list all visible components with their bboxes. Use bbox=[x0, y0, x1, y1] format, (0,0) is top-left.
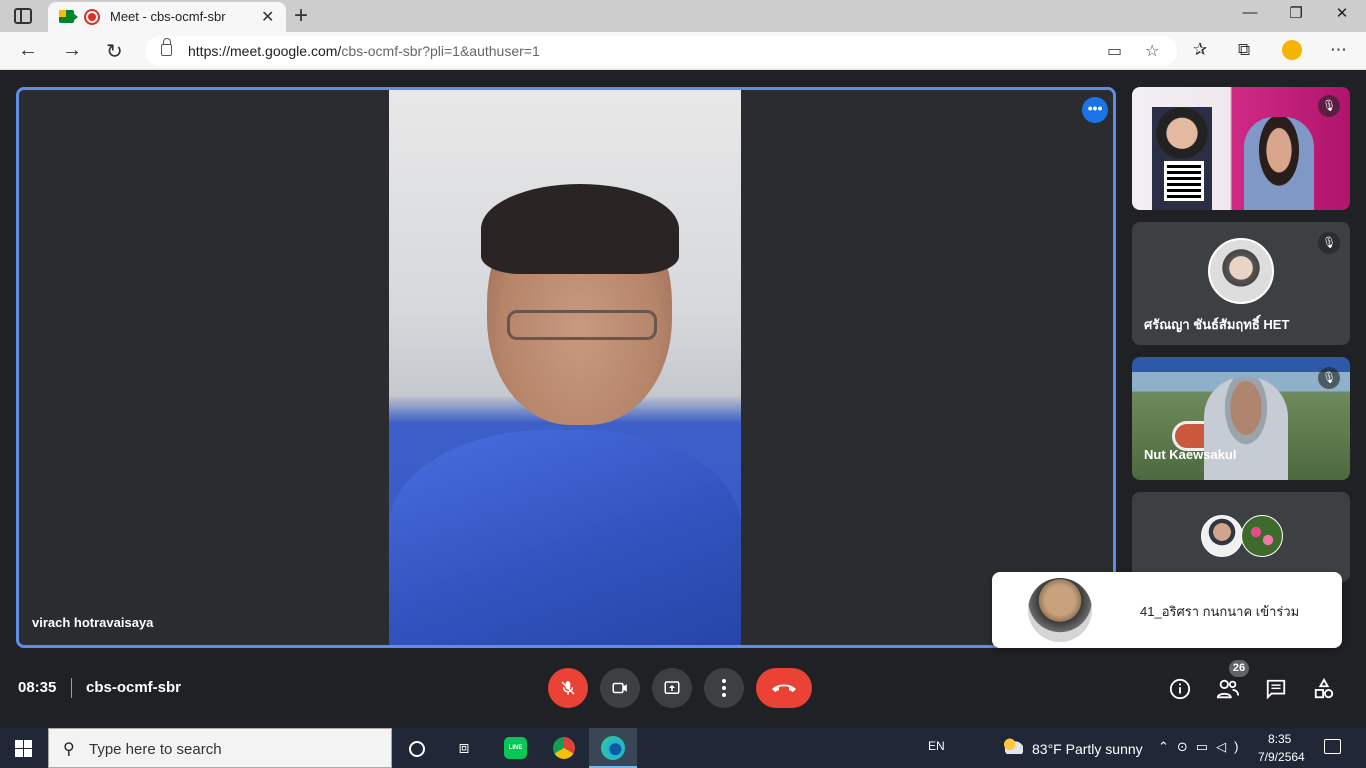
favorites-icon[interactable]: ✰ bbox=[1193, 40, 1207, 60]
close-window-button[interactable]: ✕ bbox=[1322, 4, 1362, 22]
google-meet-icon bbox=[59, 10, 78, 23]
url-field[interactable]: https://meet.google.com/cbs-ocmf-sbr?pli… bbox=[145, 36, 1177, 66]
restore-button[interactable]: ❐ bbox=[1276, 4, 1316, 22]
participant-name: Nut Kaewsakul bbox=[1144, 447, 1237, 462]
settings-menu-icon[interactable]: ⋯ bbox=[1330, 40, 1347, 60]
vertical-dots-icon bbox=[722, 679, 726, 697]
search-icon: ⚲ bbox=[63, 741, 75, 758]
weather-widget[interactable]: 83°F Partly sunny bbox=[1032, 741, 1143, 757]
cortana-icon[interactable] bbox=[392, 728, 440, 768]
line-app-icon[interactable] bbox=[491, 728, 539, 768]
participant-avatar bbox=[1241, 515, 1283, 557]
hang-up-icon bbox=[772, 684, 796, 692]
reload-button[interactable]: ↻ bbox=[106, 39, 123, 64]
leave-call-button[interactable] bbox=[756, 668, 812, 708]
browser-tab[interactable]: Meet - cbs-ocmf-sbr ✕ bbox=[48, 2, 286, 32]
language-indicator[interactable]: EN bbox=[928, 739, 945, 753]
collections-icon[interactable]: ⧉ bbox=[1238, 40, 1250, 60]
microphone-off-button[interactable] bbox=[548, 668, 588, 708]
chat-icon bbox=[1266, 679, 1286, 700]
back-button[interactable]: ← bbox=[18, 39, 38, 62]
participant-count-badge: 26 bbox=[1229, 660, 1249, 677]
notification-center-icon[interactable] bbox=[1324, 739, 1341, 754]
tile-more-options-button[interactable]: ••• bbox=[1082, 97, 1108, 123]
clock-time[interactable]: 8:35 bbox=[1268, 732, 1291, 746]
meeting-details-button[interactable] bbox=[1166, 675, 1194, 703]
main-participant-name: virach hotravaisaya bbox=[32, 615, 154, 630]
tab-actions-icon[interactable] bbox=[14, 8, 32, 24]
meeting-code: cbs-ocmf-sbr bbox=[86, 679, 182, 696]
participant-tile-presentation[interactable]: 🎙 bbox=[1132, 87, 1350, 210]
participant-video bbox=[1244, 117, 1314, 210]
url-path: cbs-ocmf-sbr?pli=1&authuser=1 bbox=[341, 43, 540, 59]
info-icon bbox=[1169, 678, 1191, 700]
lock-icon[interactable] bbox=[161, 38, 172, 56]
shapes-icon bbox=[1314, 677, 1334, 699]
people-icon bbox=[1216, 679, 1240, 699]
task-view-icon[interactable]: ⧈ bbox=[440, 728, 488, 768]
browser-tab-bar: Meet - cbs-ocmf-sbr ✕ + — ❐ ✕ bbox=[0, 0, 1366, 32]
chrome-app-icon[interactable] bbox=[540, 728, 588, 768]
qr-code-image bbox=[1164, 161, 1204, 201]
new-tab-button[interactable]: + bbox=[294, 2, 308, 30]
url-host: https://meet.google.com/ bbox=[188, 43, 342, 59]
participant-avatar bbox=[1208, 238, 1274, 304]
participant-avatar bbox=[1201, 515, 1243, 557]
speaker-hair bbox=[481, 184, 679, 274]
more-options-button[interactable] bbox=[704, 668, 744, 708]
speaker-glasses bbox=[507, 310, 657, 340]
participant-name: ศรัณญา ชันธ์สัมฤทธิ์ HET bbox=[1144, 317, 1290, 332]
main-speaker-tile[interactable]: ••• virach hotravaisaya bbox=[16, 87, 1116, 648]
partly-sunny-icon[interactable] bbox=[1001, 738, 1023, 754]
recording-icon bbox=[84, 9, 100, 25]
start-button[interactable] bbox=[15, 740, 32, 757]
forward-button[interactable]: → bbox=[62, 39, 82, 62]
participant-tile-nut[interactable]: 🎙 Nut Kaewsakul bbox=[1132, 357, 1350, 480]
address-bar-row: ← → ↻ https://meet.google.com/cbs-ocmf-s… bbox=[0, 32, 1366, 70]
join-notification: 41_อริศรา กนกนาค เข้าร่วม bbox=[992, 572, 1342, 648]
add-favorite-icon[interactable]: ☆ bbox=[1145, 41, 1159, 61]
profile-avatar[interactable] bbox=[1282, 40, 1302, 60]
taskbar-search-box[interactable]: ⚲ Type here to search bbox=[48, 728, 392, 768]
camera-button[interactable] bbox=[600, 668, 640, 708]
divider bbox=[71, 678, 72, 698]
join-notification-text: 41_อริศรา กนกนาค เข้าร่วม bbox=[1140, 604, 1300, 619]
present-icon bbox=[664, 681, 680, 694]
speaker-video bbox=[389, 90, 741, 645]
participants-button[interactable] bbox=[1214, 675, 1242, 703]
clock-date[interactable]: 7/9/2564 bbox=[1258, 750, 1305, 764]
close-tab-icon[interactable]: ✕ bbox=[261, 7, 274, 27]
search-placeholder: Type here to search bbox=[89, 741, 222, 758]
meet-call-area: ••• virach hotravaisaya 🎙 🎙 ศรัณญา ชันธ์… bbox=[0, 71, 1366, 721]
speaker-shirt bbox=[389, 430, 741, 645]
camera-in-use-icon[interactable]: ▭ bbox=[1107, 41, 1122, 61]
tab-title: Meet - cbs-ocmf-sbr bbox=[110, 9, 226, 24]
activities-button[interactable] bbox=[1310, 675, 1338, 703]
camera-icon bbox=[612, 682, 627, 694]
participant-tile-sarunya[interactable]: 🎙 ศรัณญา ชันธ์สัมฤทธิ์ HET bbox=[1132, 222, 1350, 345]
system-tray-icons[interactable]: ⌃⊙▭◁) bbox=[1158, 739, 1246, 755]
muted-mic-icon: 🎙 bbox=[1318, 95, 1340, 117]
meeting-clock: 08:35 bbox=[18, 679, 57, 696]
muted-mic-icon: 🎙 bbox=[1318, 367, 1340, 389]
participant-video bbox=[1204, 377, 1288, 480]
joiner-avatar bbox=[1028, 578, 1092, 642]
present-screen-button[interactable] bbox=[652, 668, 692, 708]
edge-app-icon[interactable] bbox=[589, 728, 637, 768]
mic-off-icon bbox=[561, 681, 575, 695]
muted-mic-icon: 🎙 bbox=[1318, 232, 1340, 254]
chat-button[interactable] bbox=[1262, 675, 1290, 703]
minimize-button[interactable]: — bbox=[1230, 4, 1270, 21]
participant-tile-others[interactable] bbox=[1132, 492, 1350, 582]
windows-taskbar: ⚲ Type here to search ⧈ EN 83°F Partly s… bbox=[0, 728, 1366, 768]
